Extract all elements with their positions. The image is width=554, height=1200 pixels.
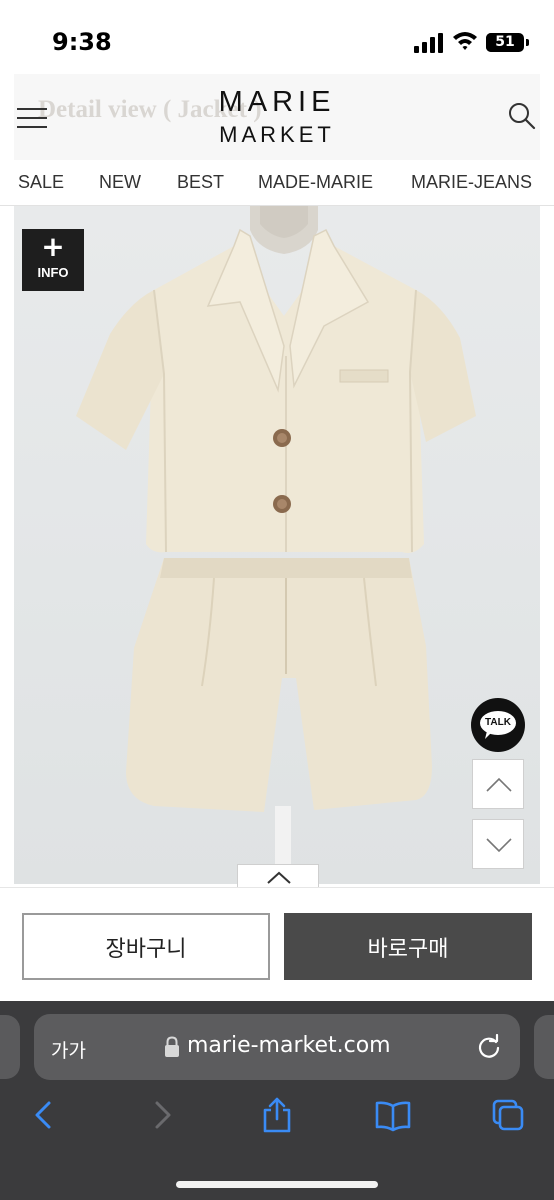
cellular-signal-icon — [414, 33, 443, 53]
status-bar: 9:38 51 — [0, 0, 554, 74]
status-time: 9:38 — [52, 28, 112, 56]
logo-market[interactable]: MARKET — [14, 122, 540, 148]
tabs-icon[interactable] — [491, 1097, 525, 1133]
product-image[interactable] — [14, 206, 540, 884]
kakao-talk-button[interactable]: TALK — [471, 698, 525, 752]
nav-item-new[interactable]: NEW — [99, 172, 141, 193]
reload-icon[interactable] — [476, 1034, 502, 1060]
forward-icon[interactable] — [145, 1097, 179, 1133]
category-nav: SALE NEW BEST MADE-MARIE MARIE-JEANS — [0, 160, 554, 206]
battery-percent: 51 — [495, 34, 515, 50]
nav-item-made-marie[interactable]: MADE-MARIE — [258, 172, 373, 193]
browser-toolbar: 가가 marie-market.com — [0, 1001, 554, 1200]
previous-tab-preview[interactable] — [0, 1015, 20, 1079]
logo-marie[interactable]: MARIE — [14, 86, 540, 119]
talk-label: TALK — [485, 717, 511, 728]
share-icon[interactable] — [260, 1097, 294, 1133]
chevron-up-icon — [486, 777, 512, 792]
address-bar[interactable]: 가가 marie-market.com — [34, 1014, 520, 1080]
back-icon[interactable] — [27, 1097, 61, 1133]
url-text[interactable]: marie-market.com — [187, 1033, 391, 1058]
next-tab-preview[interactable] — [534, 1015, 554, 1079]
wifi-icon — [453, 32, 477, 50]
nav-item-marie-jeans[interactable]: MARIE-JEANS — [411, 172, 532, 193]
buy-now-button[interactable]: 바로구매 — [284, 913, 532, 980]
info-button[interactable]: + INFO — [22, 229, 84, 291]
site-header: Detail view ( Jacket ) MARIE MARKET — [14, 74, 540, 160]
battery-tip — [526, 39, 529, 46]
nav-item-best[interactable]: BEST — [177, 172, 224, 193]
add-to-cart-button[interactable]: 장바구니 — [22, 913, 270, 980]
plus-icon: + — [41, 230, 65, 263]
home-indicator — [176, 1181, 378, 1188]
chevron-up-icon — [267, 871, 291, 884]
bookmarks-icon[interactable] — [374, 1097, 412, 1133]
battery-icon: 51 — [486, 33, 524, 52]
chevron-down-icon — [486, 838, 512, 853]
product-photo — [76, 206, 476, 884]
expand-purchase-panel-tab[interactable] — [237, 864, 319, 888]
purchase-bar: 장바구니 바로구매 — [0, 887, 554, 1001]
search-icon[interactable] — [508, 102, 536, 130]
scroll-to-bottom-button[interactable] — [472, 819, 524, 869]
nav-item-sale[interactable]: SALE — [18, 172, 64, 193]
scroll-to-top-button[interactable] — [472, 759, 524, 809]
chat-bubble-tail — [485, 731, 493, 739]
lock-icon — [165, 1036, 179, 1057]
text-size-button[interactable]: 가가 — [51, 1036, 86, 1063]
info-label: INFO — [37, 265, 69, 280]
